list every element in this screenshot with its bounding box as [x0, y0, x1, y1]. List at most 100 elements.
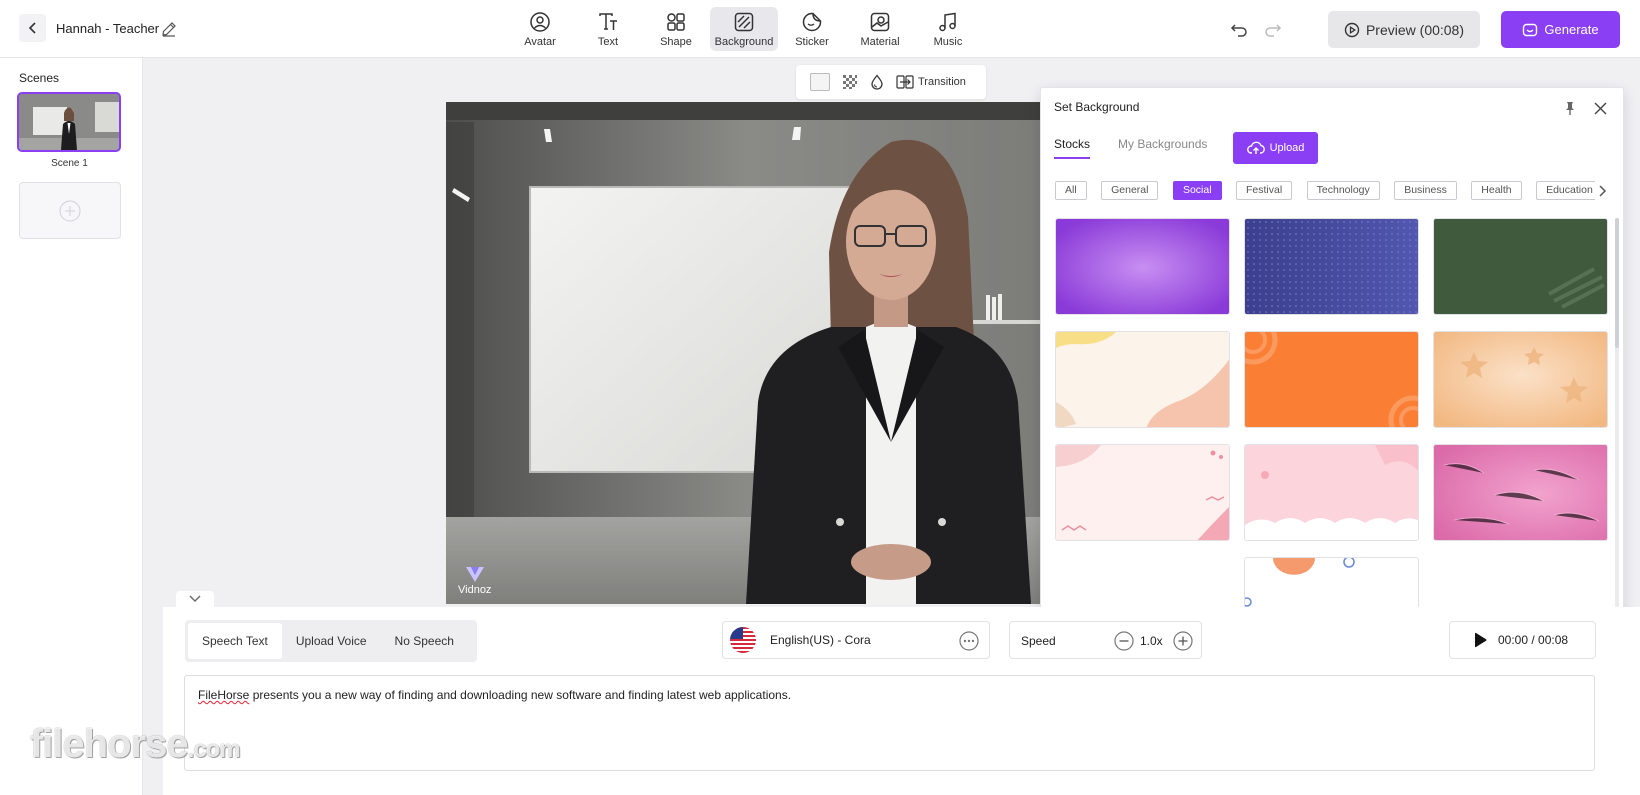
voice-selector[interactable]: English(US) - Cora: [722, 621, 990, 659]
category-chip-business[interactable]: Business: [1394, 181, 1457, 200]
category-chip-education[interactable]: Education: [1536, 181, 1595, 200]
panel-title: Set Background: [1054, 100, 1140, 114]
tool-background-label: Background: [714, 36, 774, 48]
scene-preview-image: [19, 94, 119, 150]
play-icon[interactable]: [1472, 632, 1488, 648]
background-thumb-purple-gradient[interactable]: [1055, 218, 1230, 315]
collapse-script-button[interactable]: [176, 591, 214, 607]
tool-shape[interactable]: Shape: [642, 7, 710, 51]
top-bar: Hannah - Teacher Avatar Text Shape Backg…: [0, 0, 1640, 58]
speed-control: Speed 1.0x: [1009, 621, 1202, 659]
vidnoz-logo-icon: [465, 567, 484, 582]
tab-my-backgrounds[interactable]: My Backgrounds: [1118, 137, 1207, 157]
speech-text-input[interactable]: FileHorse presents you a new way of find…: [184, 675, 1595, 771]
video-stage[interactable]: Vidnoz: [446, 102, 1046, 604]
editor-toolbar: Avatar Text Shape Background Sticker Mat…: [506, 7, 982, 51]
cloud-upload-icon: [1246, 141, 1265, 154]
tab-no-speech[interactable]: No Speech: [381, 623, 468, 659]
tool-material[interactable]: Material: [846, 7, 914, 51]
us-flag-icon: [730, 627, 756, 653]
edit-pencil-icon[interactable]: [160, 20, 178, 38]
tool-music-label: Music: [933, 36, 963, 48]
tool-sticker-label: Sticker: [795, 36, 829, 48]
chevron-down-icon: [189, 595, 201, 602]
scene-name: Scene 1: [51, 158, 88, 169]
tab-speech-text[interactable]: Speech Text: [188, 623, 282, 659]
plus-circle-icon[interactable]: [1173, 631, 1193, 651]
background-thumb-orange-circles[interactable]: [1244, 331, 1419, 428]
audio-player: 00:00 / 00:08: [1449, 621, 1596, 659]
play-circle-icon: [1344, 22, 1360, 37]
plus-circle-icon: [59, 200, 81, 221]
upload-button[interactable]: Upload: [1233, 132, 1318, 164]
back-button[interactable]: [19, 14, 46, 42]
script-panel: Speech Text Upload Voice No Speech Engli…: [163, 607, 1640, 795]
scene-thumbnail[interactable]: [17, 92, 121, 152]
vidnoz-logo: Vidnoz: [458, 564, 491, 596]
redo-icon[interactable]: [1263, 19, 1283, 39]
minus-circle-icon[interactable]: [1114, 631, 1134, 651]
transparency-icon[interactable]: [842, 74, 858, 90]
transition-button[interactable]: Transition: [896, 74, 966, 90]
preview-label: Preview (00:08): [1365, 21, 1465, 38]
project-title: Hannah - Teacher: [56, 21, 160, 36]
tool-avatar[interactable]: Avatar: [506, 7, 574, 51]
text-icon: [599, 13, 617, 30]
preview-button[interactable]: Preview (00:08): [1328, 11, 1480, 48]
scene-background-image: [446, 102, 1046, 604]
background-thumb-pink-clouds[interactable]: [1244, 444, 1419, 541]
background-thumb-pink-dotted[interactable]: [1055, 444, 1230, 541]
thumbnail-scrollbar[interactable]: [1615, 218, 1619, 608]
background-thumbnail-grid: [1055, 218, 1613, 608]
tool-text[interactable]: Text: [574, 7, 642, 51]
color-drop-icon[interactable]: [870, 74, 884, 90]
category-chip-general[interactable]: General: [1101, 181, 1159, 200]
speed-label: Speed: [1021, 634, 1056, 648]
chevron-right-icon[interactable]: [1595, 184, 1609, 198]
background-icon: [734, 12, 754, 32]
voice-label: English(US) - Cora: [770, 633, 871, 647]
background-thumb-pink-fur[interactable]: [1433, 444, 1608, 541]
transition-icon: [896, 75, 914, 89]
upload-label: Upload: [1269, 142, 1305, 154]
chevron-left-icon: [28, 22, 36, 34]
background-thumb-blue-dots[interactable]: [1244, 218, 1419, 315]
add-scene-button[interactable]: [19, 182, 121, 239]
pin-icon[interactable]: [1562, 100, 1578, 116]
scenes-heading: Scenes: [19, 71, 60, 85]
tool-shape-label: Shape: [660, 36, 692, 48]
avatar-icon: [530, 12, 550, 32]
shape-icon: [667, 13, 685, 31]
undo-icon[interactable]: [1229, 19, 1249, 39]
category-chip-technology[interactable]: Technology: [1306, 181, 1380, 200]
tool-background[interactable]: Background: [710, 7, 778, 51]
background-thumb-white-orange-circle[interactable]: [1244, 557, 1419, 608]
tab-stocks[interactable]: Stocks: [1054, 137, 1091, 159]
background-thumb-cream-peach-waves[interactable]: [1055, 331, 1230, 428]
fill-color-swatch[interactable]: [810, 73, 830, 91]
tool-text-label: Text: [597, 36, 619, 48]
close-icon[interactable]: [1593, 101, 1608, 116]
vidnoz-brand-label: Vidnoz: [458, 584, 492, 596]
sticker-icon: [802, 12, 822, 32]
material-icon: [870, 12, 890, 32]
transition-label: Transition: [918, 76, 966, 88]
speech-text-content: presents you a new way of finding and do…: [249, 688, 792, 702]
watermark-suffix: .com: [187, 736, 241, 763]
tool-sticker[interactable]: Sticker: [778, 7, 846, 51]
spellcheck-word: FileHorse: [198, 688, 250, 702]
category-chip-all[interactable]: All: [1055, 181, 1087, 200]
scrollbar-thumb[interactable]: [1615, 218, 1619, 348]
generate-button[interactable]: Generate: [1501, 11, 1620, 48]
category-chip-health[interactable]: Health: [1471, 181, 1522, 200]
tab-upload-voice[interactable]: Upload Voice: [282, 623, 381, 659]
more-options-icon[interactable]: [959, 631, 979, 651]
generate-icon: [1523, 23, 1538, 36]
watermark-main: filehorse: [30, 722, 189, 766]
background-thumb-peach-stars[interactable]: [1433, 331, 1608, 428]
tool-music[interactable]: Music: [914, 7, 982, 51]
background-thumb-green-chalk[interactable]: [1433, 218, 1608, 315]
filehorse-watermark: filehorse.com: [30, 722, 241, 767]
category-chip-festival[interactable]: Festival: [1236, 181, 1293, 200]
category-chip-social[interactable]: Social: [1172, 181, 1222, 200]
